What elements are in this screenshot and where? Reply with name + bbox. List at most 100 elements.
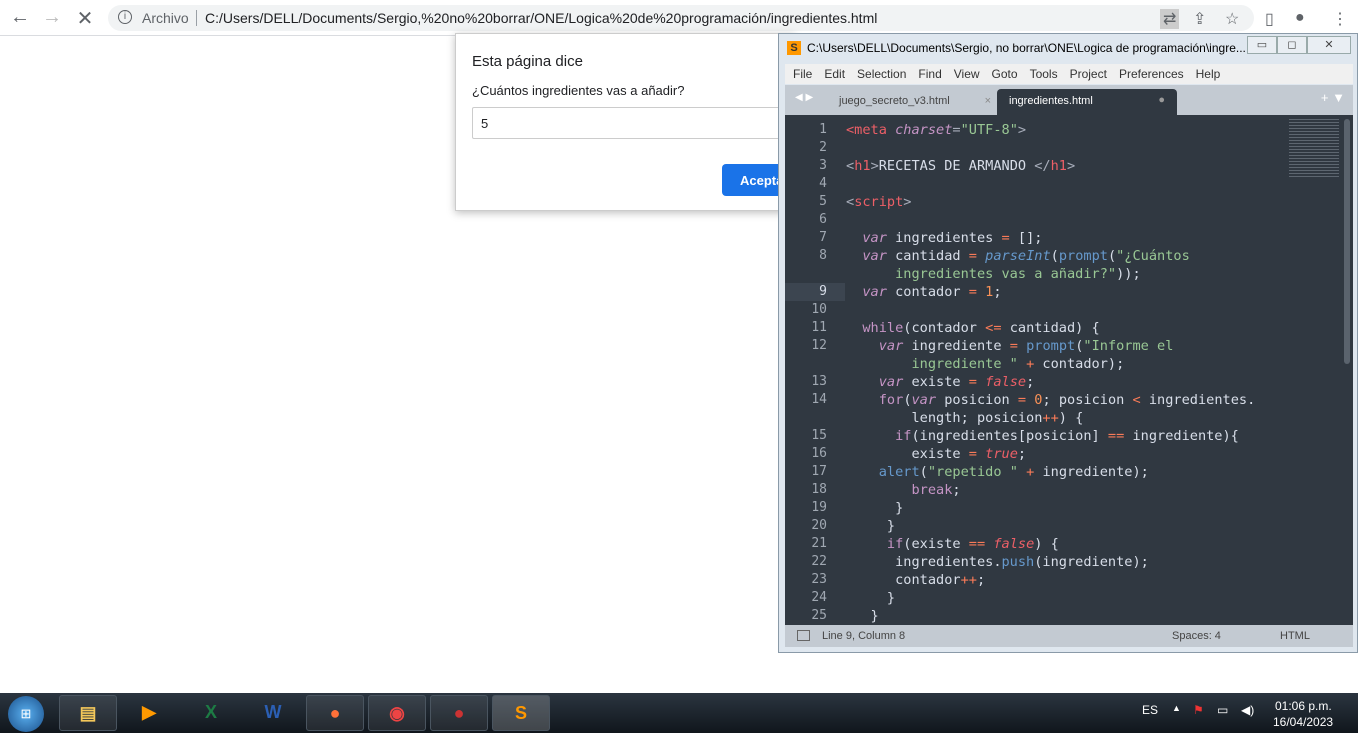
code-line[interactable]: <script> — [846, 193, 1255, 211]
code-line[interactable]: } — [846, 589, 1255, 607]
network-icon[interactable]: ▭ — [1217, 703, 1228, 717]
syntax[interactable]: HTML — [1280, 630, 1310, 642]
volume-icon[interactable]: ◀) — [1241, 703, 1254, 717]
code-token: = — [1001, 230, 1010, 246]
minimap[interactable] — [1289, 117, 1339, 177]
menu-find[interactable]: Find — [918, 67, 941, 81]
code-line[interactable]: alert("repetido " + ingrediente); — [846, 463, 1255, 481]
menu-file[interactable]: File — [793, 67, 812, 81]
code-editor[interactable]: 1 2 3 4 5 6 7 8 9 10 11 12 13 14 15 16 17 18 19 20 21 22 23 24 2… — [785, 115, 1353, 625]
show-hidden-icons[interactable]: ▲ — [1172, 703, 1181, 713]
code-token: contador); — [1034, 356, 1125, 372]
stop-icon[interactable]: ✕ — [73, 6, 97, 31]
divider — [196, 10, 197, 26]
indentation[interactable]: Spaces: 4 — [1172, 630, 1221, 642]
menu-view[interactable]: View — [954, 67, 980, 81]
close-button[interactable]: ✕ — [1307, 36, 1351, 54]
close-tab-icon[interactable]: × — [985, 95, 991, 107]
code-line[interactable] — [846, 175, 1255, 193]
unsaved-dot-icon[interactable]: ● — [1158, 94, 1165, 106]
sublime-text-icon[interactable]: S — [492, 695, 550, 731]
prompt-input[interactable]: 5 — [472, 107, 802, 139]
share-icon[interactable]: ⇪ — [1193, 9, 1206, 29]
code-line[interactable] — [846, 211, 1255, 229]
start-button[interactable]: ⊞ — [8, 696, 44, 732]
restore-button[interactable]: ◻ — [1277, 36, 1307, 54]
code-token: "UTF-8" — [960, 122, 1018, 138]
translate-icon[interactable]: ⇄ — [1160, 9, 1180, 29]
sublime-logo-icon: S — [787, 41, 801, 55]
code-line[interactable]: for(var posicion = 0; posicion < ingredi… — [846, 391, 1256, 409]
code-token: ; — [1026, 374, 1035, 390]
tab-nav-arrows-icon[interactable]: ◀ ▶ — [795, 92, 813, 103]
app-icon[interactable]: ● — [430, 695, 488, 731]
word-icon[interactable]: W — [244, 695, 302, 731]
minimize-button[interactable]: ▭ — [1247, 36, 1277, 54]
action-center-icon[interactable]: ⚑ — [1193, 703, 1204, 717]
taskbar: ⊞ ▤ ▶ X W ● ◉ ● S ES ▲ ⚑ ▭ ◀) 01:06 p.m.… — [0, 693, 1358, 733]
tab-label: ingredientes.html — [1009, 95, 1093, 107]
code-line[interactable]: var ingrediente = prompt("Informe el — [846, 337, 1255, 355]
menu-goto[interactable]: Goto — [992, 67, 1018, 81]
code-line[interactable]: ingrediente " + contador); — [846, 355, 1255, 373]
new-tab-icon[interactable]: + ▼ — [1321, 90, 1345, 105]
code-line[interactable]: existe = true; — [846, 445, 1255, 463]
media-player-icon[interactable]: ▶ — [120, 695, 178, 731]
code-line[interactable]: ingredientes vas a añadir?")); — [846, 265, 1255, 283]
firefox-icon[interactable]: ● — [306, 695, 364, 731]
vertical-scrollbar[interactable] — [1344, 119, 1350, 364]
address-bar[interactable]: i Archivo C:/Users/DELL/Documents/Sergio… — [108, 5, 1254, 31]
side-panel-icon[interactable]: ▯ — [1265, 9, 1274, 29]
line-number: 24 — [811, 590, 827, 605]
code-line[interactable]: contador++; — [846, 571, 1255, 589]
code-line[interactable]: if(existe == false) { — [846, 535, 1255, 553]
code-token: = — [968, 284, 977, 300]
code-line[interactable]: <h1>RECETAS DE ARMANDO </h1> — [846, 157, 1255, 175]
chrome-icon[interactable]: ◉ — [368, 695, 426, 731]
forward-icon[interactable]: → — [40, 6, 64, 29]
back-icon[interactable]: ← — [8, 6, 32, 29]
dialog-message: ¿Cuántos ingredientes vas a añadir? — [472, 83, 685, 98]
prompt-dialog: Esta página dice ¿Cuántos ingredientes v… — [455, 33, 802, 211]
code-line[interactable]: } — [846, 517, 1255, 535]
code-line[interactable]: ingredientes.push(ingrediente); — [846, 553, 1255, 571]
code-line[interactable]: var contador = 1; — [846, 283, 1255, 301]
code-line[interactable]: while(contador <= cantidad) { — [846, 319, 1255, 337]
excel-icon[interactable]: X — [182, 695, 240, 731]
clock-date[interactable]: 16/04/2023 — [1273, 715, 1333, 729]
code-line[interactable]: var ingredientes = []; — [846, 229, 1255, 247]
code-line[interactable]: if(ingredientes[posicion] == ingrediente… — [846, 427, 1255, 445]
code-area[interactable]: <meta charset="UTF-8"> <h1>RECETAS DE ARM… — [846, 121, 1255, 625]
code-line[interactable] — [846, 301, 1255, 319]
tab-ingredientes[interactable]: ingredientes.html ● — [997, 89, 1177, 115]
menu-project[interactable]: Project — [1070, 67, 1107, 81]
site-label: Archivo — [142, 10, 189, 26]
language-indicator[interactable]: ES — [1142, 703, 1158, 717]
explorer-icon[interactable]: ▤ — [59, 695, 117, 731]
menu-tools[interactable]: Tools — [1030, 67, 1058, 81]
info-icon[interactable]: i — [118, 10, 132, 24]
code-line[interactable]: <meta charset="UTF-8"> — [846, 121, 1255, 139]
clock-time[interactable]: 01:06 p.m. — [1275, 699, 1332, 713]
bookmark-star-icon[interactable]: ☆ — [1225, 9, 1239, 29]
code-line[interactable]: length; posicion++) { — [846, 409, 1255, 427]
menu-preferences[interactable]: Preferences — [1119, 67, 1184, 81]
code-line[interactable]: } — [846, 607, 1255, 625]
menu-icon[interactable]: ⋮ — [1332, 9, 1348, 29]
code-line[interactable]: var existe = false; — [846, 373, 1255, 391]
url-text[interactable]: C:/Users/DELL/Documents/Sergio,%20no%20b… — [205, 10, 877, 26]
menu-help[interactable]: Help — [1196, 67, 1221, 81]
code-line[interactable]: break; — [846, 481, 1255, 499]
code-line[interactable]: } — [846, 499, 1255, 517]
tab-label: juego_secreto_v3.html — [839, 95, 950, 107]
panel-toggle-icon[interactable] — [797, 630, 810, 641]
menu-selection[interactable]: Selection — [857, 67, 906, 81]
profile-icon[interactable]: ● — [1295, 9, 1305, 27]
menu-edit[interactable]: Edit — [824, 67, 845, 81]
code-line[interactable] — [846, 139, 1255, 157]
code-token: cantidad) { — [1001, 320, 1100, 336]
line-number: 21 — [811, 536, 827, 551]
tab-juego-secreto[interactable]: juego_secreto_v3.html × — [831, 89, 997, 115]
code-line[interactable]: var cantidad = parseInt(prompt("¿Cuántos — [846, 247, 1255, 265]
